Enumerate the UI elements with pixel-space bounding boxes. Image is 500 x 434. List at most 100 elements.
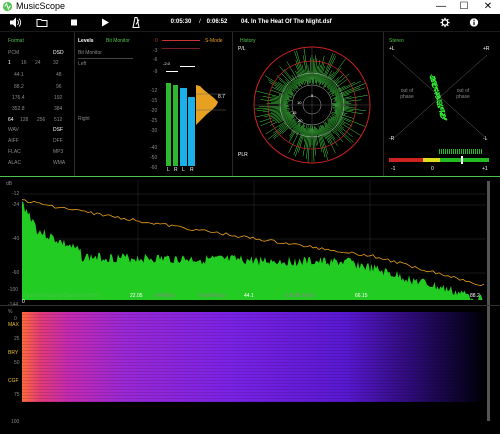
goniometer-dot	[433, 76, 436, 78]
spectrum-x-tick: 22.05	[130, 293, 143, 299]
spectrogram-y-tick: 75	[14, 392, 20, 398]
format-rate: 48	[56, 72, 62, 78]
spectrum-scrollbar[interactable]	[487, 181, 490, 421]
format-type: DSF	[53, 127, 63, 133]
goniometer-dot	[439, 99, 441, 101]
title-bar: MusicScope — ☐ ✕	[0, 0, 500, 15]
time-elapsed: 0:05:30	[170, 19, 192, 25]
goniometer-dot	[442, 110, 445, 112]
right-peak-meter	[173, 85, 178, 166]
spectrum-y-tick: -24	[12, 202, 20, 208]
spectrogram-texture	[22, 312, 486, 402]
gear-icon[interactable]	[440, 16, 450, 29]
goniometer-dot	[429, 76, 431, 79]
left-channel-label: Left	[78, 61, 87, 67]
peak-left-value: -2.0	[163, 61, 170, 66]
bit-monitor-title: Bit Monitor	[106, 38, 130, 44]
spectrum-db-label: dB	[6, 181, 13, 187]
format-type: ALAC	[8, 160, 22, 166]
history-spike	[332, 102, 349, 104]
spectrogram-marker: BRY	[8, 350, 19, 356]
left-right-toggle[interactable]: Left/Right	[153, 293, 174, 299]
scale-tick: -3	[153, 48, 158, 54]
close-button[interactable]: ✕	[477, 0, 499, 14]
goniometer-dot	[440, 99, 443, 101]
goniometer-dot	[436, 86, 438, 88]
volume-icon[interactable]	[9, 16, 21, 29]
stop-icon[interactable]	[69, 16, 79, 29]
goniometer-dot	[441, 102, 443, 104]
spectrum-y-tick: -12	[12, 191, 20, 197]
frequency-spectrum-plot	[22, 180, 486, 300]
correlation-label: -1	[391, 166, 396, 172]
correlation-history-tick	[441, 149, 442, 154]
maximize-button[interactable]: ☐	[453, 0, 475, 14]
spectrum-mode-label[interactable]: Linear Frequency Spectrum (kHz)	[24, 293, 99, 299]
level-histogram	[196, 85, 226, 125]
scale-tick: 0	[155, 38, 158, 44]
correlation-history-tick	[461, 149, 462, 154]
format-type: MP3	[53, 149, 64, 155]
goniometer-dot	[436, 94, 438, 96]
goniometer-dot	[441, 107, 444, 109]
goniometer-dot	[432, 83, 434, 85]
goniometer-dot	[436, 91, 438, 94]
histogram-value: 8.7	[218, 94, 225, 100]
history-spike	[258, 105, 289, 108]
history-spike	[313, 129, 316, 156]
goniometer-dot	[436, 98, 438, 100]
scale-tick: -30	[150, 128, 158, 134]
spectrum-x-tick: 88.2	[470, 293, 480, 299]
goniometer-dot	[432, 80, 434, 83]
rms-hold-marker	[180, 66, 195, 67]
scale-tick: -40	[150, 145, 158, 151]
goniometer-dot	[437, 96, 440, 98]
correlation-history-tick	[447, 149, 448, 154]
scale-tick: -20	[150, 108, 158, 114]
metronome-icon[interactable]	[131, 16, 141, 29]
format-dsd-rate: 128	[20, 117, 29, 123]
play-icon[interactable]	[100, 16, 110, 29]
format-rate: 176.4	[12, 95, 25, 101]
goniometer-dot	[434, 89, 436, 91]
history-ring-label: 5	[311, 93, 314, 98]
correlation-history-tick	[451, 149, 452, 154]
correlation-label: 0	[431, 166, 434, 172]
meter-label-r: R	[174, 167, 178, 173]
goniometer-dot	[437, 103, 440, 105]
scale-tick: -15	[150, 98, 158, 104]
correlation-history-tick	[455, 149, 456, 154]
correlation-history-tick	[439, 149, 440, 154]
correlation-history-tick	[469, 149, 470, 154]
format-dsd-rate: 256	[37, 117, 46, 123]
stereo-title: Stereo	[389, 38, 404, 44]
goniometer-dot	[444, 114, 446, 116]
peak-phase-toggle[interactable]: Peak/Phase	[199, 293, 226, 299]
spectrum-y-tick: -40	[12, 236, 20, 242]
goniometer-dot	[438, 99, 440, 102]
goniometer-dot	[436, 87, 438, 89]
track-name: 04. In The Heat Of The Night.dsf	[241, 19, 332, 25]
format-dsd: DSD	[53, 50, 64, 56]
goniometer-dot	[432, 85, 434, 87]
minimize-button[interactable]: —	[430, 0, 452, 14]
time-total: 0:06:52	[206, 19, 228, 25]
correlation-history-tick	[471, 149, 472, 154]
phase-correlation-meter	[389, 149, 489, 164]
correlation-label: +1	[482, 166, 488, 172]
goniometer-dot	[431, 75, 433, 77]
window-title: MusicScope	[16, 1, 66, 11]
goniometer-dot	[434, 95, 437, 98]
left-rms-meter	[180, 88, 187, 166]
format-type: AIFF	[8, 138, 19, 144]
goniometer-dot	[437, 100, 439, 102]
musicscope-logo-icon	[2, 1, 13, 12]
goniometer-dot	[437, 90, 439, 92]
format-rate: 88.2	[14, 84, 24, 90]
spectrum-y-tick: -60	[12, 270, 20, 276]
goniometer-dot	[433, 88, 436, 90]
info-icon[interactable]	[469, 16, 479, 29]
folder-icon[interactable]	[36, 16, 48, 29]
db-mode-toggle[interactable]: -200dB Mode	[284, 293, 314, 299]
correlation-history-tick	[479, 149, 480, 154]
